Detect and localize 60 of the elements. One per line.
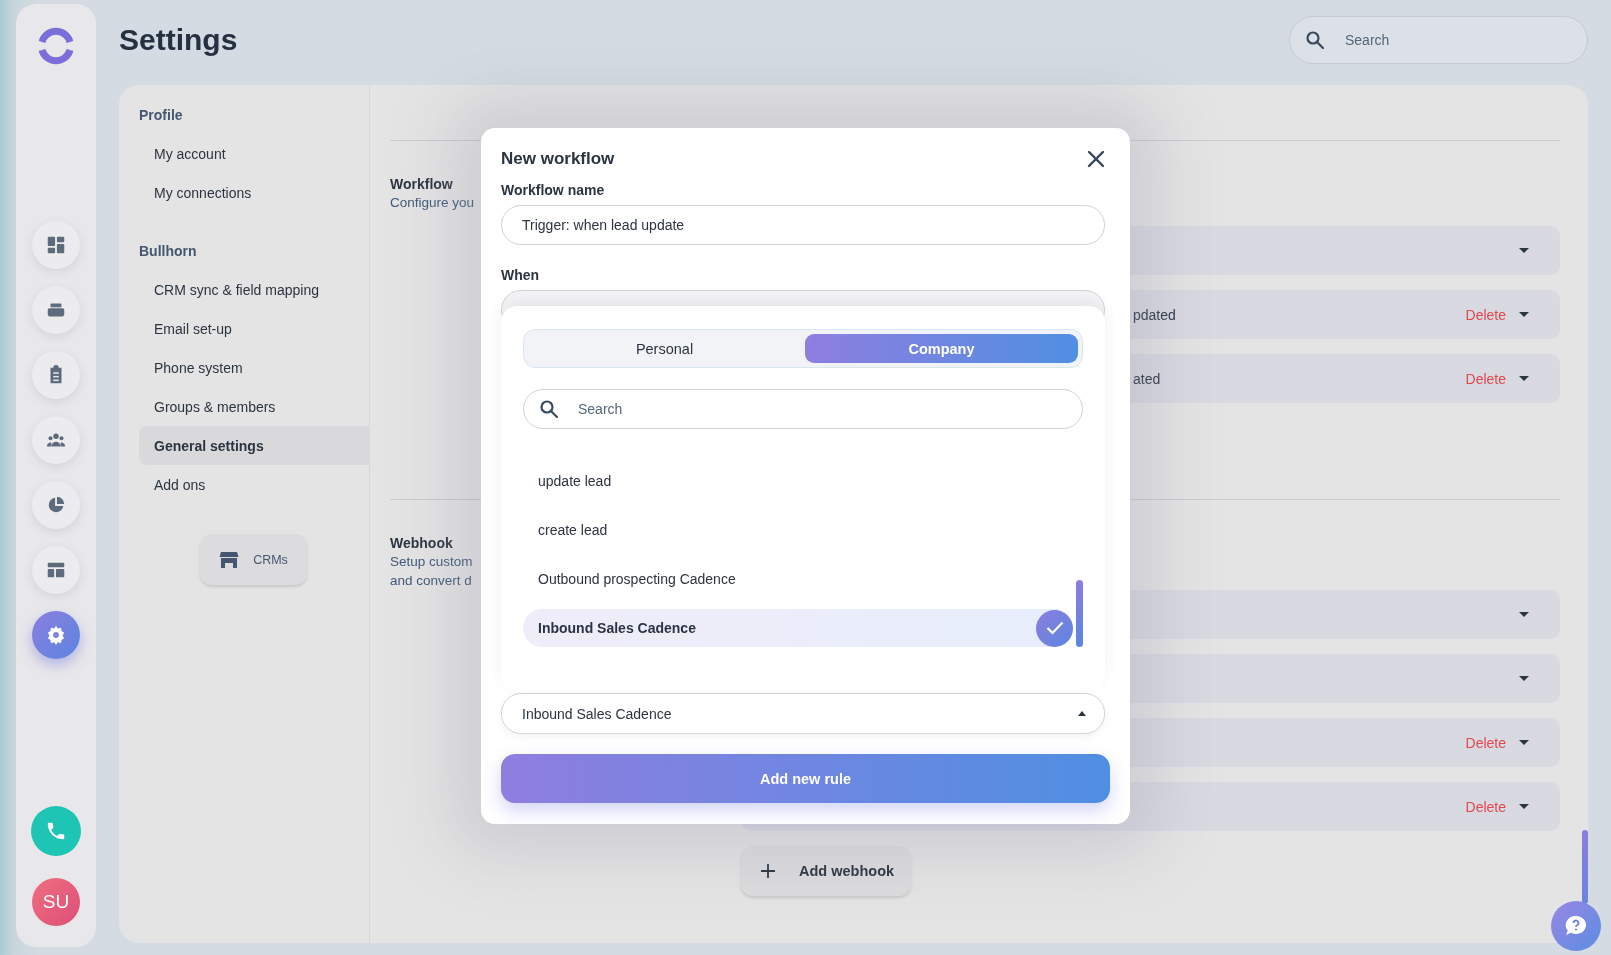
field-label: When — [501, 266, 541, 285]
help-chat-button[interactable] — [1551, 901, 1601, 951]
dropdown-option[interactable]: update lead — [523, 462, 1073, 500]
settings-menu-item[interactable]: Add ons — [139, 465, 369, 504]
dialog-title: New workflow — [501, 149, 615, 169]
section-heading: Bullhorn — [139, 242, 198, 261]
dropdown-search-field[interactable]: Search — [523, 389, 1083, 429]
rule-text: pdated — [1133, 306, 1176, 323]
workflow-name-field[interactable]: Trigger: when lead update — [501, 205, 1105, 245]
field-label: Workflow name — [501, 181, 606, 200]
settings-icon — [45, 624, 67, 646]
nav-button[interactable] — [32, 416, 80, 464]
section-heading: Profile — [139, 106, 184, 125]
settings-menu-item[interactable]: General settings — [139, 426, 369, 465]
caret-icon — [1518, 739, 1530, 746]
close-icon — [1087, 150, 1105, 168]
settings-menu-item[interactable]: CRM sync & field mapping — [139, 270, 369, 309]
settings-menu-item[interactable]: Email set-up — [139, 309, 369, 348]
nav-button[interactable] — [32, 611, 80, 659]
settings-menu-item[interactable]: Groups & members — [139, 387, 369, 426]
nav-button[interactable] — [32, 221, 80, 269]
add-webhook-button[interactable]: Add webhook — [741, 846, 911, 896]
scrollbar-thumb[interactable] — [1076, 580, 1083, 647]
section-description: Setup custom — [390, 553, 473, 571]
check-icon — [1036, 609, 1073, 647]
dashboard-icon — [45, 234, 67, 256]
caret-icon — [1518, 375, 1530, 382]
nav-button[interactable] — [32, 546, 80, 594]
dropdown-option[interactable]: create lead — [523, 511, 1073, 549]
caret-up-icon — [1078, 711, 1086, 716]
plus-icon — [761, 864, 775, 878]
phone-button[interactable] — [31, 806, 81, 856]
settings-menu-item[interactable]: My account — [139, 134, 369, 173]
section-description: and convert d — [390, 572, 472, 590]
search-field[interactable]: Search — [1289, 16, 1588, 64]
caret-icon — [1518, 611, 1530, 618]
settings-menu-item[interactable]: My connections — [139, 173, 369, 212]
cadence-select[interactable]: Inbound Sales Cadence — [501, 693, 1105, 734]
close-button[interactable] — [1087, 150, 1105, 168]
store-icon — [219, 550, 240, 569]
nav-button[interactable] — [32, 286, 80, 334]
rule-text: ated — [1133, 370, 1161, 387]
scrollbar-thumb[interactable] — [1582, 830, 1588, 904]
logo-icon — [36, 26, 76, 66]
phone-icon — [45, 820, 67, 842]
caret-icon — [1518, 247, 1530, 254]
settings-menu-item[interactable]: Phone system — [139, 348, 369, 387]
caret-icon — [1518, 803, 1530, 810]
section-description: Configure you — [390, 194, 475, 212]
page-title: Settings — [119, 23, 238, 57]
section-title: Workflow — [390, 175, 453, 193]
crms-button[interactable]: CRMs — [200, 534, 307, 585]
caret-icon — [1518, 675, 1530, 682]
dropdown-option[interactable]: Outbound prospecting Cadence — [523, 560, 1073, 598]
caret-icon — [1518, 311, 1530, 318]
nav-button[interactable] — [32, 481, 80, 529]
nav-button[interactable] — [32, 351, 80, 399]
section-title: Webhook — [390, 534, 453, 552]
chat-question-icon — [1563, 914, 1589, 938]
dropdown-option[interactable]: Inbound Sales Cadence — [523, 609, 1073, 647]
